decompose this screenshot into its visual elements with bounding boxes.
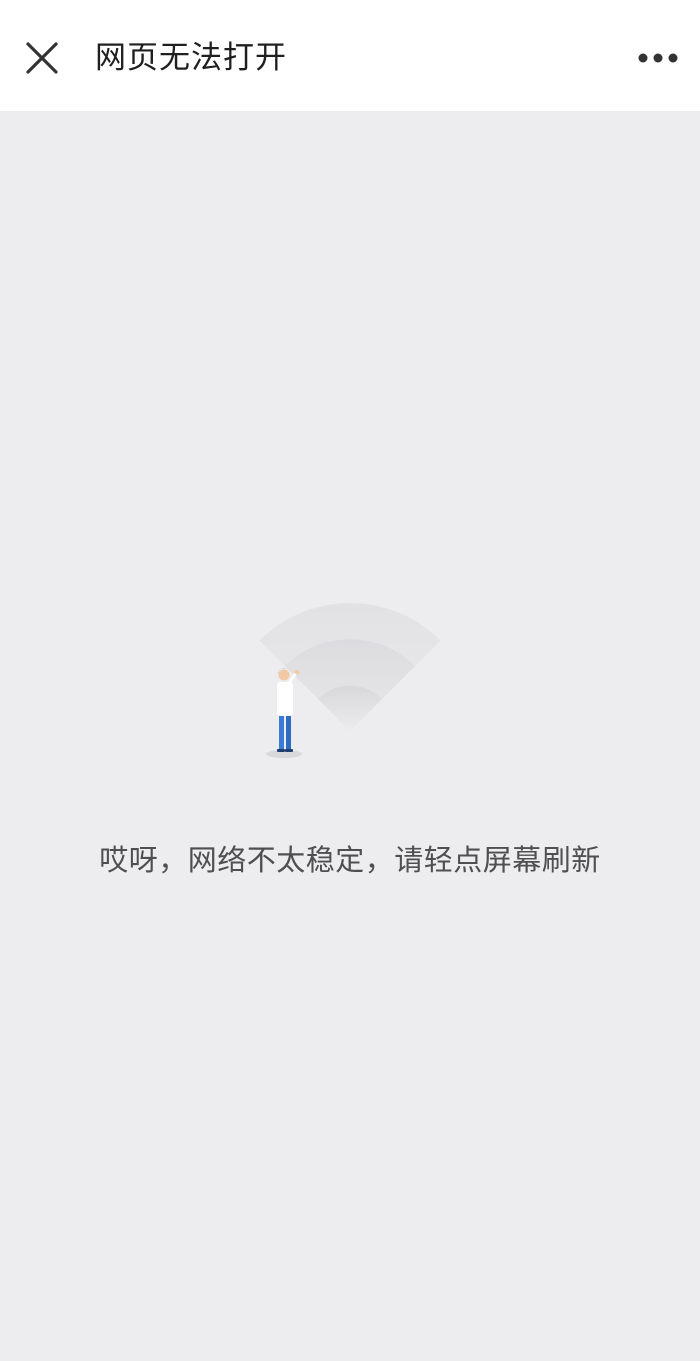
screen: 网页无法打开 哎呀，网络不太稳定，请轻点屏幕刷新 [0, 0, 700, 1361]
error-message: 哎呀，网络不太稳定，请轻点屏幕刷新 [99, 843, 601, 877]
weak-wifi-signal-illustration [250, 596, 450, 766]
close-button[interactable] [14, 30, 70, 86]
page-title: 网页无法打开 [95, 40, 287, 76]
more-options-icon [638, 53, 678, 63]
person-figure [277, 667, 300, 752]
close-icon [26, 42, 58, 74]
more-options-button[interactable] [628, 38, 688, 78]
refresh-area[interactable]: 哎呀，网络不太稳定，请轻点屏幕刷新 [0, 111, 700, 1361]
navigation-bar: 网页无法打开 [0, 0, 700, 111]
